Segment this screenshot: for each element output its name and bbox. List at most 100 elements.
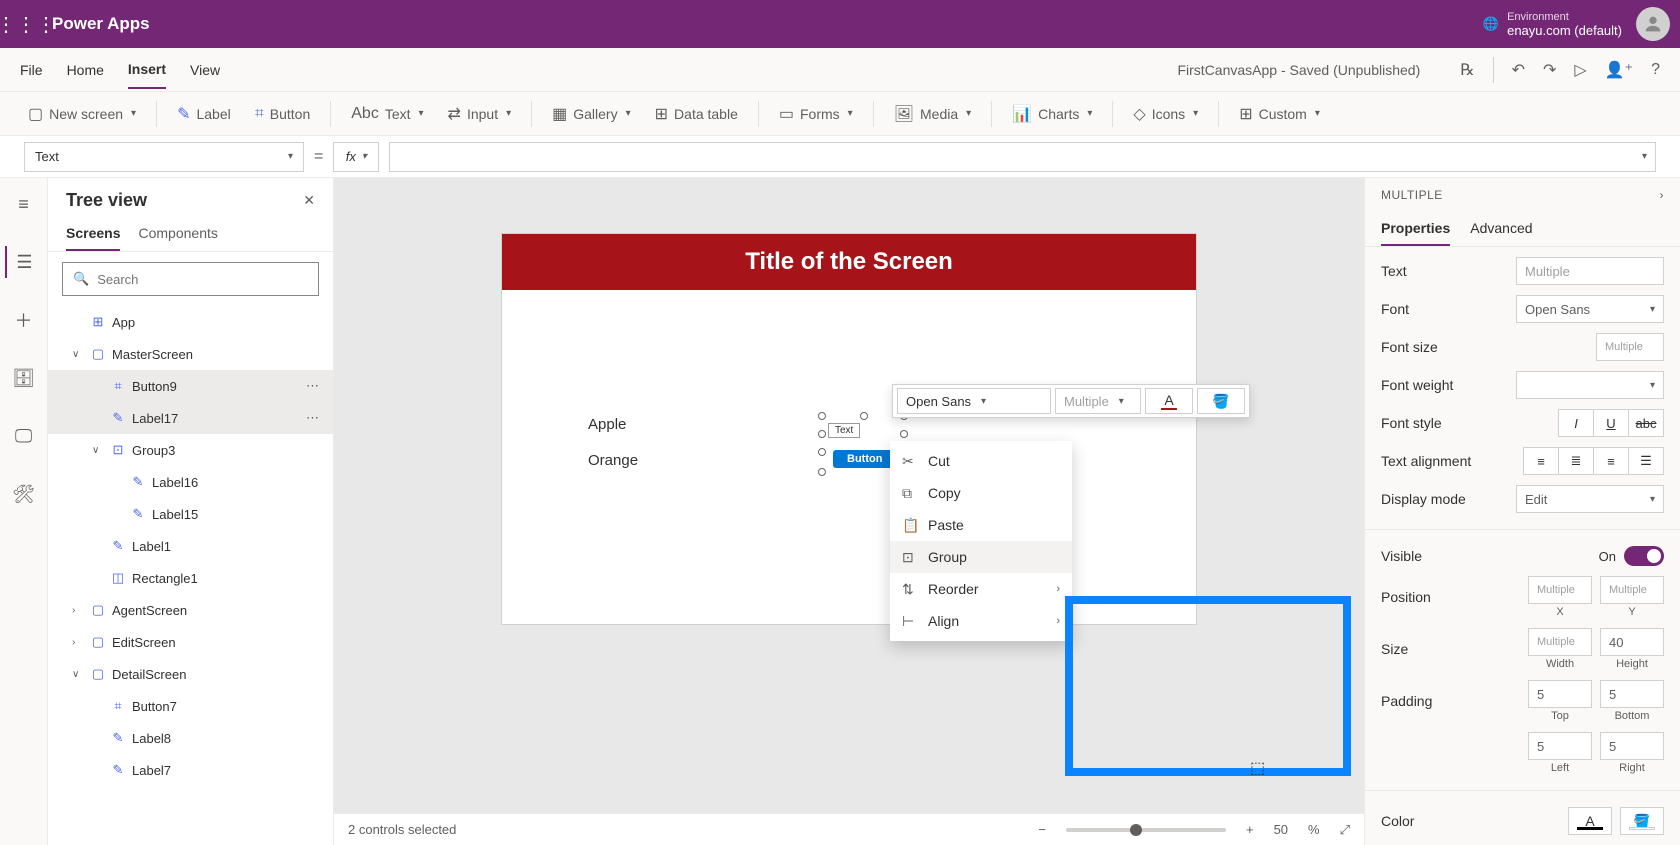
insert-label-button[interactable]: ✎Label: [167, 98, 241, 130]
selected-button-control[interactable]: Button: [833, 450, 896, 468]
prop-padtop-input[interactable]: 5: [1528, 680, 1592, 708]
zoom-slider[interactable]: [1066, 828, 1226, 832]
ctx-copy[interactable]: ⧉Copy: [890, 477, 1072, 509]
ctx-align[interactable]: ⊢Align›: [890, 605, 1072, 637]
hamburger-icon[interactable]: ≡: [5, 188, 43, 220]
prop-fillcolor-button[interactable]: 🪣: [1620, 807, 1664, 835]
tree-item-label1[interactable]: ✎Label1: [48, 530, 333, 562]
tree-tab-screens[interactable]: Screens: [66, 217, 120, 251]
ctx-cut[interactable]: ✂Cut: [890, 445, 1072, 477]
app-launcher-icon[interactable]: ⋮⋮⋮: [10, 8, 42, 40]
ctx-reorder[interactable]: ⇅Reorder›: [890, 573, 1072, 605]
prop-padbottom-input[interactable]: 5: [1600, 680, 1664, 708]
insert-gallery-menu[interactable]: ▦Gallery▾: [542, 98, 641, 130]
tree-item-label17[interactable]: ✎Label17⋯: [48, 402, 333, 434]
tree-item-label8[interactable]: ✎Label8: [48, 722, 333, 754]
menu-view[interactable]: View: [190, 52, 220, 88]
prop-height-input[interactable]: 40: [1600, 628, 1664, 656]
new-screen-button[interactable]: ▢New screen▾: [18, 98, 146, 130]
user-avatar[interactable]: [1636, 7, 1670, 41]
insert-datatable-button[interactable]: ⊞Data table: [645, 98, 748, 130]
fit-icon[interactable]: ⤢: [1340, 822, 1350, 838]
align-center-button[interactable]: ≣: [1558, 447, 1594, 475]
selected-label-control[interactable]: Text: [828, 423, 860, 438]
prop-font-select[interactable]: Open Sans▾: [1516, 295, 1664, 323]
undo-icon[interactable]: ↶: [1512, 60, 1525, 80]
data-icon[interactable]: 🗄: [5, 362, 43, 394]
tree-item-app[interactable]: ⊞App: [48, 306, 333, 338]
tree-item-detailscreen[interactable]: ∨▢DetailScreen: [48, 658, 333, 690]
float-size-select[interactable]: Multiple▾: [1055, 388, 1141, 414]
prop-x-input[interactable]: Multiple: [1528, 576, 1592, 604]
visible-toggle[interactable]: [1624, 546, 1664, 566]
property-selector[interactable]: Text▾: [24, 142, 304, 172]
insert-forms-menu[interactable]: ▭Forms▾: [769, 98, 863, 130]
tree-item-label15[interactable]: ✎Label15: [48, 498, 333, 530]
prop-displaymode-select[interactable]: Edit▾: [1516, 485, 1664, 513]
zoom-in-icon[interactable]: +: [1246, 822, 1254, 837]
play-icon[interactable]: ▷: [1574, 60, 1586, 80]
tree-view-icon[interactable]: ☰: [5, 246, 43, 278]
props-tab-properties[interactable]: Properties: [1381, 212, 1450, 246]
media-rail-icon[interactable]: 🖵: [5, 420, 43, 452]
props-tab-advanced[interactable]: Advanced: [1470, 212, 1532, 246]
visible-on-text: On: [1599, 549, 1616, 564]
insert-button-button[interactable]: ⌗Button: [245, 99, 321, 129]
insert-input-menu[interactable]: ⇄Input▾: [438, 98, 522, 130]
prop-fontsize-input[interactable]: Multiple: [1596, 333, 1664, 361]
float-textcolor-button[interactable]: A: [1145, 388, 1193, 414]
align-justify-button[interactable]: ☰: [1628, 447, 1664, 475]
tree-search-input[interactable]: [97, 272, 308, 287]
insert-media-menu[interactable]: 🖼Media▾: [884, 98, 981, 130]
ctx-group[interactable]: ⊡Group: [890, 541, 1072, 573]
share-icon[interactable]: 👤⁺: [1605, 60, 1633, 80]
tree-item-agentscreen[interactable]: ›▢AgentScreen: [48, 594, 333, 626]
close-tree-icon[interactable]: ✕: [303, 192, 315, 209]
tree-item-label16[interactable]: ✎Label16: [48, 466, 333, 498]
prop-fontweight-select[interactable]: ▾: [1516, 371, 1664, 399]
tools-icon[interactable]: 🛠: [5, 478, 43, 510]
menu-insert[interactable]: Insert: [128, 51, 166, 89]
prop-textcolor-button[interactable]: A: [1568, 807, 1612, 835]
align-right-button[interactable]: ≡: [1593, 447, 1629, 475]
fx-button[interactable]: fx▾: [333, 142, 379, 172]
environment-picker[interactable]: 🌐 Environment enayu.com (default): [1483, 11, 1622, 38]
add-icon[interactable]: ＋: [5, 304, 43, 336]
app-checker-icon[interactable]: ℞: [1460, 60, 1474, 80]
tree-item-rectangle1[interactable]: ◫Rectangle1: [48, 562, 333, 594]
prop-padleft-input[interactable]: 5: [1528, 732, 1592, 760]
help-icon[interactable]: ?: [1651, 61, 1660, 79]
tree-tab-components[interactable]: Components: [138, 217, 217, 251]
underline-button[interactable]: U: [1593, 409, 1629, 437]
tree-item-label7[interactable]: ✎Label7: [48, 754, 333, 786]
prop-padright-input[interactable]: 5: [1600, 732, 1664, 760]
tree-item-masterscreen[interactable]: ∨▢MasterScreen: [48, 338, 333, 370]
expand-props-icon[interactable]: ›: [1660, 188, 1665, 202]
strikethrough-button[interactable]: abc: [1628, 409, 1664, 437]
ctx-paste[interactable]: 📋Paste: [890, 509, 1072, 541]
insert-icons-menu[interactable]: ◇Icons▾: [1123, 98, 1208, 130]
insert-text-menu[interactable]: AbcText▾: [341, 99, 433, 129]
insert-charts-menu[interactable]: 📊Charts▾: [1002, 98, 1102, 130]
align-left-button[interactable]: ≡: [1523, 447, 1559, 475]
label-orange[interactable]: Orange: [588, 452, 638, 469]
menu-file[interactable]: File: [20, 52, 43, 88]
tree-item-group3[interactable]: ∨⊡Group3: [48, 434, 333, 466]
tree-item-button9[interactable]: ⌗Button9⋯: [48, 370, 333, 402]
prop-width-input[interactable]: Multiple: [1528, 628, 1592, 656]
tree-item-editscreen[interactable]: ›▢EditScreen: [48, 626, 333, 658]
zoom-out-icon[interactable]: −: [1038, 822, 1046, 837]
label-apple[interactable]: Apple: [588, 416, 626, 433]
italic-button[interactable]: I: [1558, 409, 1594, 437]
float-font-select[interactable]: Open Sans▾: [897, 388, 1051, 414]
redo-icon[interactable]: ↷: [1543, 60, 1556, 80]
prop-y-input[interactable]: Multiple: [1600, 576, 1664, 604]
insert-custom-menu[interactable]: ⊞Custom▾: [1229, 98, 1330, 130]
tree-item-button7[interactable]: ⌗Button7: [48, 690, 333, 722]
prop-text-input[interactable]: Multiple: [1516, 257, 1664, 285]
canvas-screen[interactable]: Title of the Screen Apple Orange Text Bu…: [502, 234, 1196, 624]
menu-home[interactable]: Home: [67, 52, 104, 88]
tree-search[interactable]: 🔍: [62, 262, 319, 296]
formula-input[interactable]: ▾: [389, 142, 1656, 172]
float-fillcolor-button[interactable]: 🪣: [1197, 388, 1245, 414]
